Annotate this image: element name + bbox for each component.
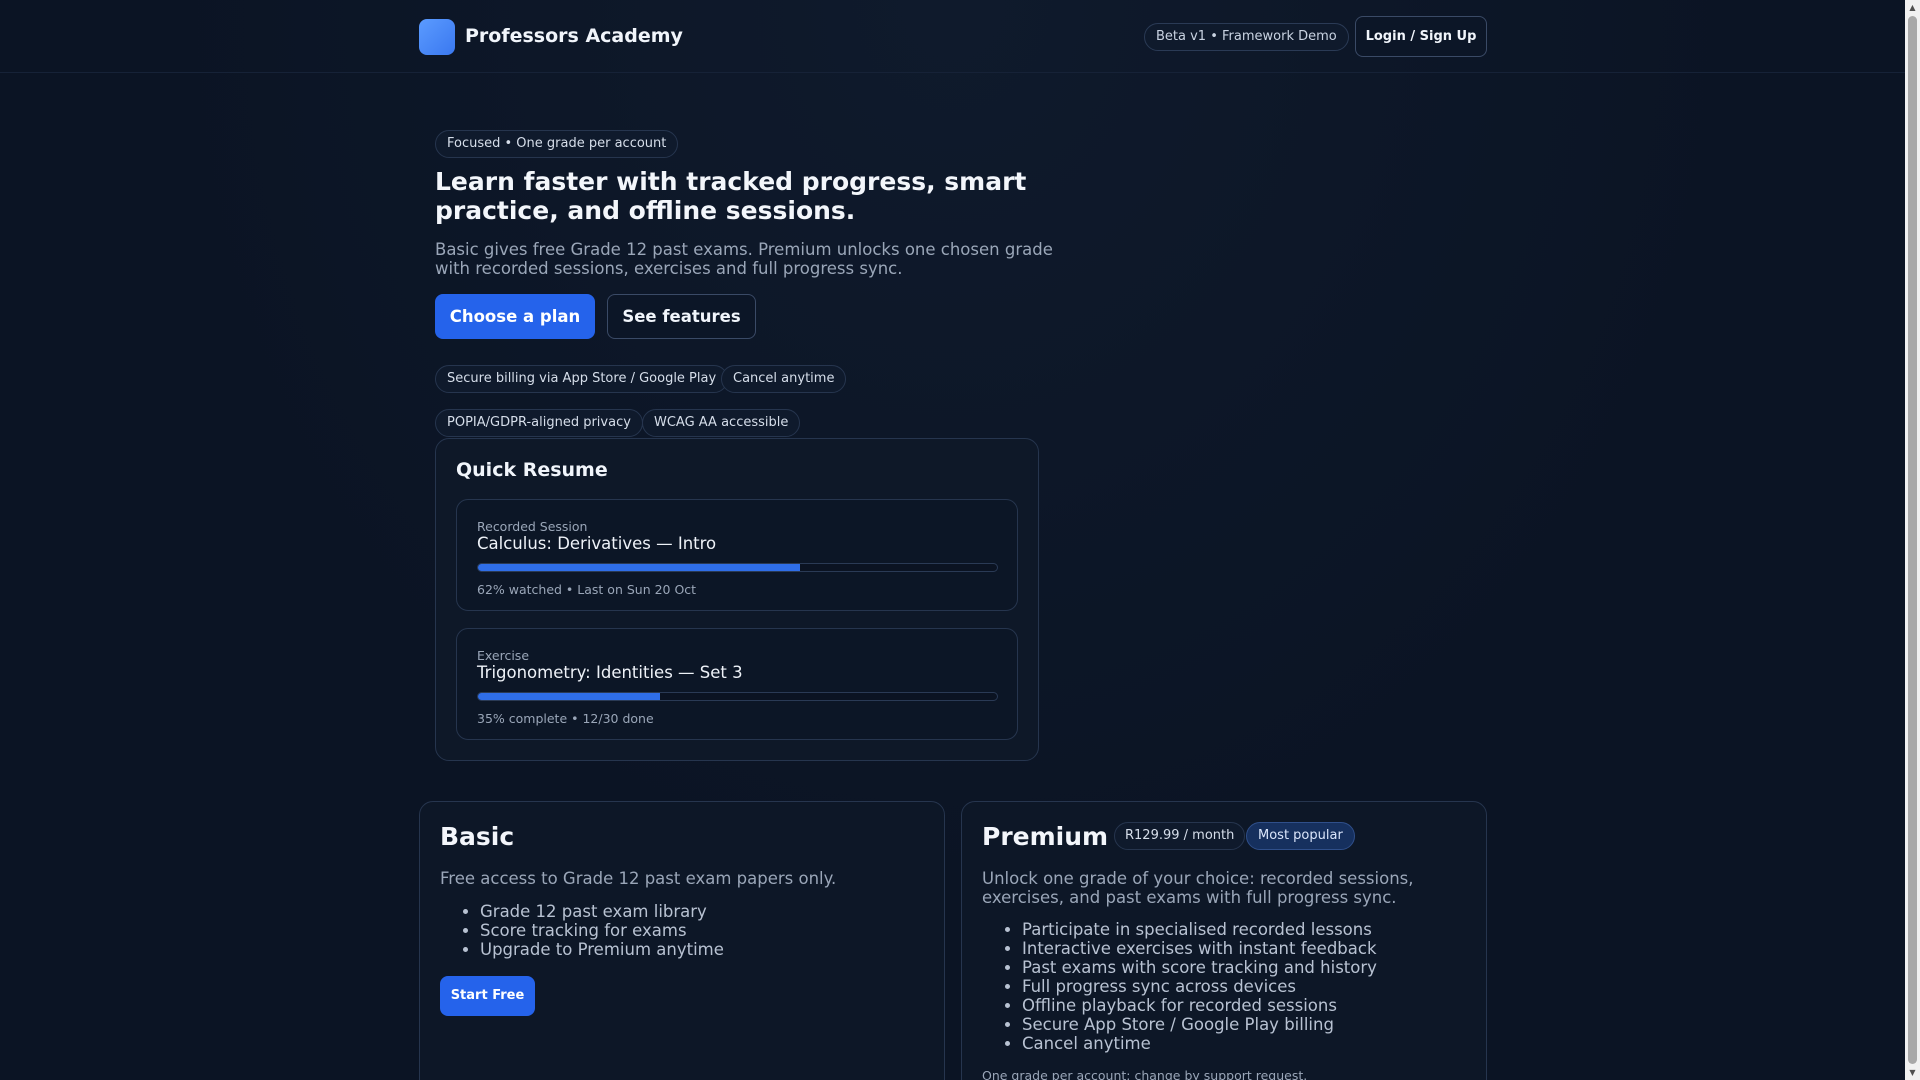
trust-pill-billing: Secure billing via App Store / Google Pl… (435, 365, 729, 393)
progress-fill (478, 564, 800, 571)
logo-icon[interactable] (419, 19, 455, 55)
progress-bar (477, 563, 998, 572)
plan-fine-print: One grade per account; change by support… (982, 1068, 1308, 1080)
plan-feature-list: Participate in specialised recorded less… (1022, 920, 1377, 1053)
progress-bar (477, 692, 998, 701)
trust-pill-accessibility: WCAG AA accessible (642, 409, 801, 437)
scroll-down-icon[interactable]: ▼ (1905, 1065, 1920, 1080)
basic-plan-card: Basic Free access to Grade 12 past exam … (419, 801, 945, 1080)
resume-item-meta: 62% watched • Last on Sun 20 Oct (477, 582, 697, 597)
price-badge: R129.99 / month (1114, 822, 1246, 850)
plan-feature-list: Grade 12 past exam library Score trackin… (480, 902, 724, 959)
resume-item-name: Calculus: Derivatives — Intro (477, 534, 717, 553)
eyebrow-badge: Focused • One grade per account (435, 130, 679, 158)
brand-name[interactable]: Professors Academy (465, 25, 683, 47)
hero-subtitle: Basic gives free Grade 12 past exams. Pr… (435, 240, 1053, 278)
scroll-up-icon[interactable]: ▲ (1905, 0, 1920, 15)
trust-pill-privacy: POPIA/GDPR-aligned privacy (435, 409, 643, 437)
resume-item-recorded-session[interactable]: Recorded Session Calculus: Derivatives —… (456, 499, 1018, 611)
top-navbar: Professors Academy Beta v1 • Framework D… (0, 0, 1905, 73)
list-item: Secure App Store / Google Play billing (1022, 1015, 1377, 1034)
list-item: Offline playback for recorded sessions (1022, 996, 1377, 1015)
resume-item-kind: Exercise (477, 648, 530, 663)
resume-item-meta: 35% complete • 12/30 done (477, 711, 654, 726)
premium-plan-card: Premium R129.99 / month Most popular Unl… (961, 801, 1487, 1080)
trust-pill-cancel: Cancel anytime (721, 365, 847, 393)
most-popular-badge: Most popular (1246, 822, 1355, 850)
choose-plan-button[interactable]: Choose a plan (435, 294, 595, 339)
quick-resume-title: Quick Resume (456, 459, 608, 481)
plan-name: Basic (440, 822, 515, 851)
resume-item-exercise[interactable]: Exercise Trigonometry: Identities — Set … (456, 628, 1018, 740)
progress-fill (478, 693, 660, 700)
list-item: Upgrade to Premium anytime (480, 940, 724, 959)
see-features-button[interactable]: See features (607, 294, 756, 339)
login-signup-button[interactable]: Login / Sign Up (1355, 16, 1487, 57)
page: Professors Academy Beta v1 • Framework D… (0, 0, 1905, 1080)
plan-description: Free access to Grade 12 past exam papers… (440, 869, 837, 888)
list-item: Cancel anytime (1022, 1034, 1377, 1053)
list-item: Participate in specialised recorded less… (1022, 920, 1377, 939)
start-free-button[interactable]: Start Free (440, 976, 535, 1016)
quick-resume-card: Quick Resume Recorded Session Calculus: … (435, 438, 1039, 761)
resume-item-name: Trigonometry: Identities — Set 3 (477, 663, 743, 682)
plan-description: Unlock one grade of your choice: recorde… (982, 869, 1414, 907)
vertical-scrollbar[interactable]: ▲ ▼ (1905, 0, 1920, 1080)
scrollbar-thumb[interactable] (1908, 16, 1917, 1064)
list-item: Full progress sync across devices (1022, 977, 1377, 996)
plan-name: Premium (982, 822, 1109, 851)
resume-item-kind: Recorded Session (477, 519, 588, 534)
beta-badge: Beta v1 • Framework Demo (1144, 23, 1349, 51)
hero-title: Learn faster with tracked progress, smar… (435, 167, 1027, 225)
list-item: Grade 12 past exam library (480, 902, 724, 921)
list-item: Score tracking for exams (480, 921, 724, 940)
list-item: Past exams with score tracking and histo… (1022, 958, 1377, 977)
list-item: Interactive exercises with instant feedb… (1022, 939, 1377, 958)
